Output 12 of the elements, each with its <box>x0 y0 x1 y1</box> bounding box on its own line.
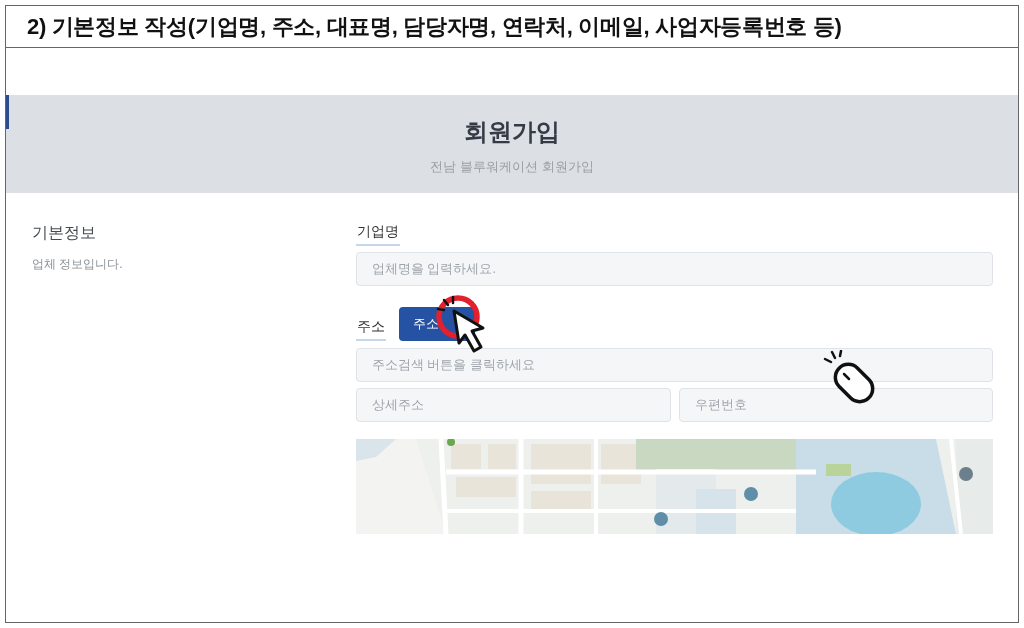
field-label: 기업명 <box>356 223 400 246</box>
address-detail-input[interactable]: 우편번호 <box>678 388 993 422</box>
page-title: 회원가입 <box>464 117 560 147</box>
section-description: 업체 정보입니다. <box>32 256 124 273</box>
address-input[interactable]: 주소검색 버튼을 클릭하세요 <box>356 348 993 382</box>
slide-title: 2) 기본정보 작성(기업명, 주소, 대표명, 담당자명, 연락처, 이메일, 사업자등록번호 등) <box>27 12 842 41</box>
page-subtitle: 전남 블루워케이션 회원가입 <box>430 158 594 176</box>
accent-bar <box>6 95 9 129</box>
company-name-input[interactable]: 업체명을 입력하세요. <box>356 252 993 286</box>
section-title: 기본정보 <box>32 223 97 243</box>
address-detail-input[interactable]: 상세주소 <box>356 388 671 422</box>
field-label: 주소 <box>356 318 386 341</box>
